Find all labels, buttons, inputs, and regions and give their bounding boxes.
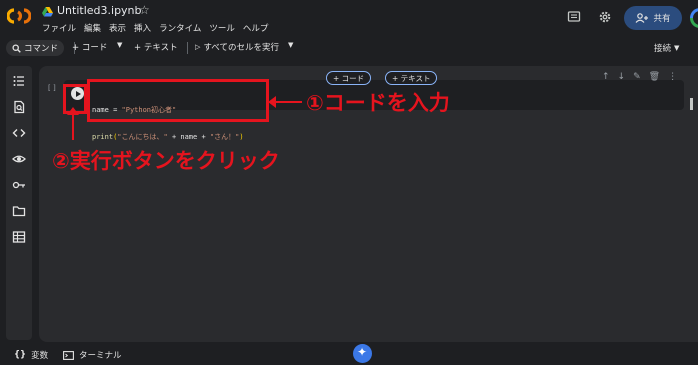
command-label: コマンド xyxy=(24,44,59,54)
delete-trash-icon[interactable]: 🗑 xyxy=(649,72,660,82)
add-text-button[interactable]: + テキスト xyxy=(134,41,178,53)
find-replace-icon[interactable] xyxy=(12,100,26,114)
insert-code-cell-button[interactable]: + コード xyxy=(326,71,372,85)
more-options-icon[interactable]: ⋮ xyxy=(668,72,677,82)
insert-text-label: + テキスト xyxy=(392,73,431,83)
annotation-arrow-left xyxy=(268,96,302,108)
secrets-key-icon[interactable] xyxy=(12,178,26,192)
notebook-toolbar: コマンド + コード ▼ + テキスト ▷ すべてのセルを実行 ▼ 接続 ▼ xyxy=(0,38,698,58)
move-up-arrow-icon[interactable]: ↑ xyxy=(602,72,610,82)
edit-wand-icon[interactable]: ✎ xyxy=(633,72,641,82)
menu-tools[interactable]: ツール xyxy=(209,22,235,34)
menu-runtime[interactable]: ランタイム xyxy=(159,22,201,34)
code-line-2: print("こんにちは、" + name + "さん！") xyxy=(92,133,244,141)
search-icon xyxy=(12,43,21,53)
variables-button[interactable]: {} 変数 xyxy=(14,349,48,361)
code-snippets-icon[interactable] xyxy=(12,126,26,140)
bottom-bar: {} 変数 ターミナル xyxy=(0,344,698,365)
add-text-label: + テキスト xyxy=(134,43,178,53)
run-all-dropdown-icon[interactable]: ▼ xyxy=(288,41,293,49)
settings-gear-icon[interactable] xyxy=(598,10,612,24)
colab-window: Untitled3.ipynb ☆ ファイル 編集 表示 挿入 ランタイム ツー… xyxy=(0,0,698,365)
terminal-label: ターミナル xyxy=(79,351,122,361)
terminal-icon xyxy=(63,350,74,360)
variables-label: 変数 xyxy=(31,351,49,361)
menu-bar: ファイル 編集 表示 挿入 ランタイム ツール ヘルプ xyxy=(42,22,268,34)
menu-help[interactable]: ヘルプ xyxy=(243,22,269,34)
table-of-contents-icon[interactable] xyxy=(12,74,26,88)
connect-button[interactable]: 接続 ▼ xyxy=(654,42,679,54)
add-code-label: + コード xyxy=(72,43,108,53)
annotation-arrow-up xyxy=(67,107,79,140)
annotation-step1: ①コードを入力 xyxy=(306,91,450,115)
account-avatar[interactable] xyxy=(690,8,698,28)
add-code-dropdown-icon[interactable]: ▼ xyxy=(117,41,122,49)
scrollbar-thumb[interactable] xyxy=(690,98,693,110)
menu-file[interactable]: ファイル xyxy=(42,22,76,34)
menu-view[interactable]: 表示 xyxy=(109,22,126,34)
variable-inspector-icon[interactable] xyxy=(12,152,26,166)
gemini-sparkle-icon[interactable] xyxy=(353,344,372,363)
colab-logo-icon[interactable] xyxy=(7,7,31,25)
google-drive-icon xyxy=(42,7,53,17)
connect-dropdown-icon: ▼ xyxy=(674,44,680,52)
menu-insert[interactable]: 挿入 xyxy=(134,22,151,34)
left-sidebar xyxy=(6,66,32,340)
toolbar-divider xyxy=(187,42,188,54)
notebook-title[interactable]: Untitled3.ipynb xyxy=(57,4,142,17)
header: Untitled3.ipynb ☆ ファイル 編集 表示 挿入 ランタイム ツー… xyxy=(0,0,698,38)
terminal-button[interactable]: ターミナル xyxy=(63,349,122,361)
star-icon[interactable]: ☆ xyxy=(139,3,150,17)
add-code-button[interactable]: + コード xyxy=(72,41,107,53)
connect-label: 接続 xyxy=(654,44,672,54)
move-down-arrow-icon[interactable]: ↓ xyxy=(618,72,626,82)
execution-count: [ ] xyxy=(48,84,56,92)
menu-edit[interactable]: 編集 xyxy=(84,22,101,34)
data-table-icon[interactable] xyxy=(12,230,26,244)
insert-text-cell-button[interactable]: + テキスト xyxy=(385,71,438,85)
braces-icon: {} xyxy=(14,350,27,360)
command-palette-button[interactable]: コマンド xyxy=(6,40,65,56)
files-folder-icon[interactable] xyxy=(12,204,26,218)
run-all-button[interactable]: ▷ すべてのセルを実行 xyxy=(195,41,279,53)
code-area-highlight xyxy=(87,79,269,122)
share-label: 共有 xyxy=(653,14,671,24)
annotation-step2: ②実行ボタンをクリック xyxy=(52,149,280,173)
share-button[interactable]: 共有 xyxy=(624,6,682,30)
insert-code-label: + コード xyxy=(333,73,365,83)
run-all-label: すべてのセルを実行 xyxy=(203,43,279,53)
cell-toolbar: ↑ ↓ ✎ 🗑 ⋮ xyxy=(602,72,677,82)
people-icon xyxy=(636,13,649,23)
run-all-icon: ▷ xyxy=(195,43,201,51)
comment-icon[interactable] xyxy=(567,10,581,24)
